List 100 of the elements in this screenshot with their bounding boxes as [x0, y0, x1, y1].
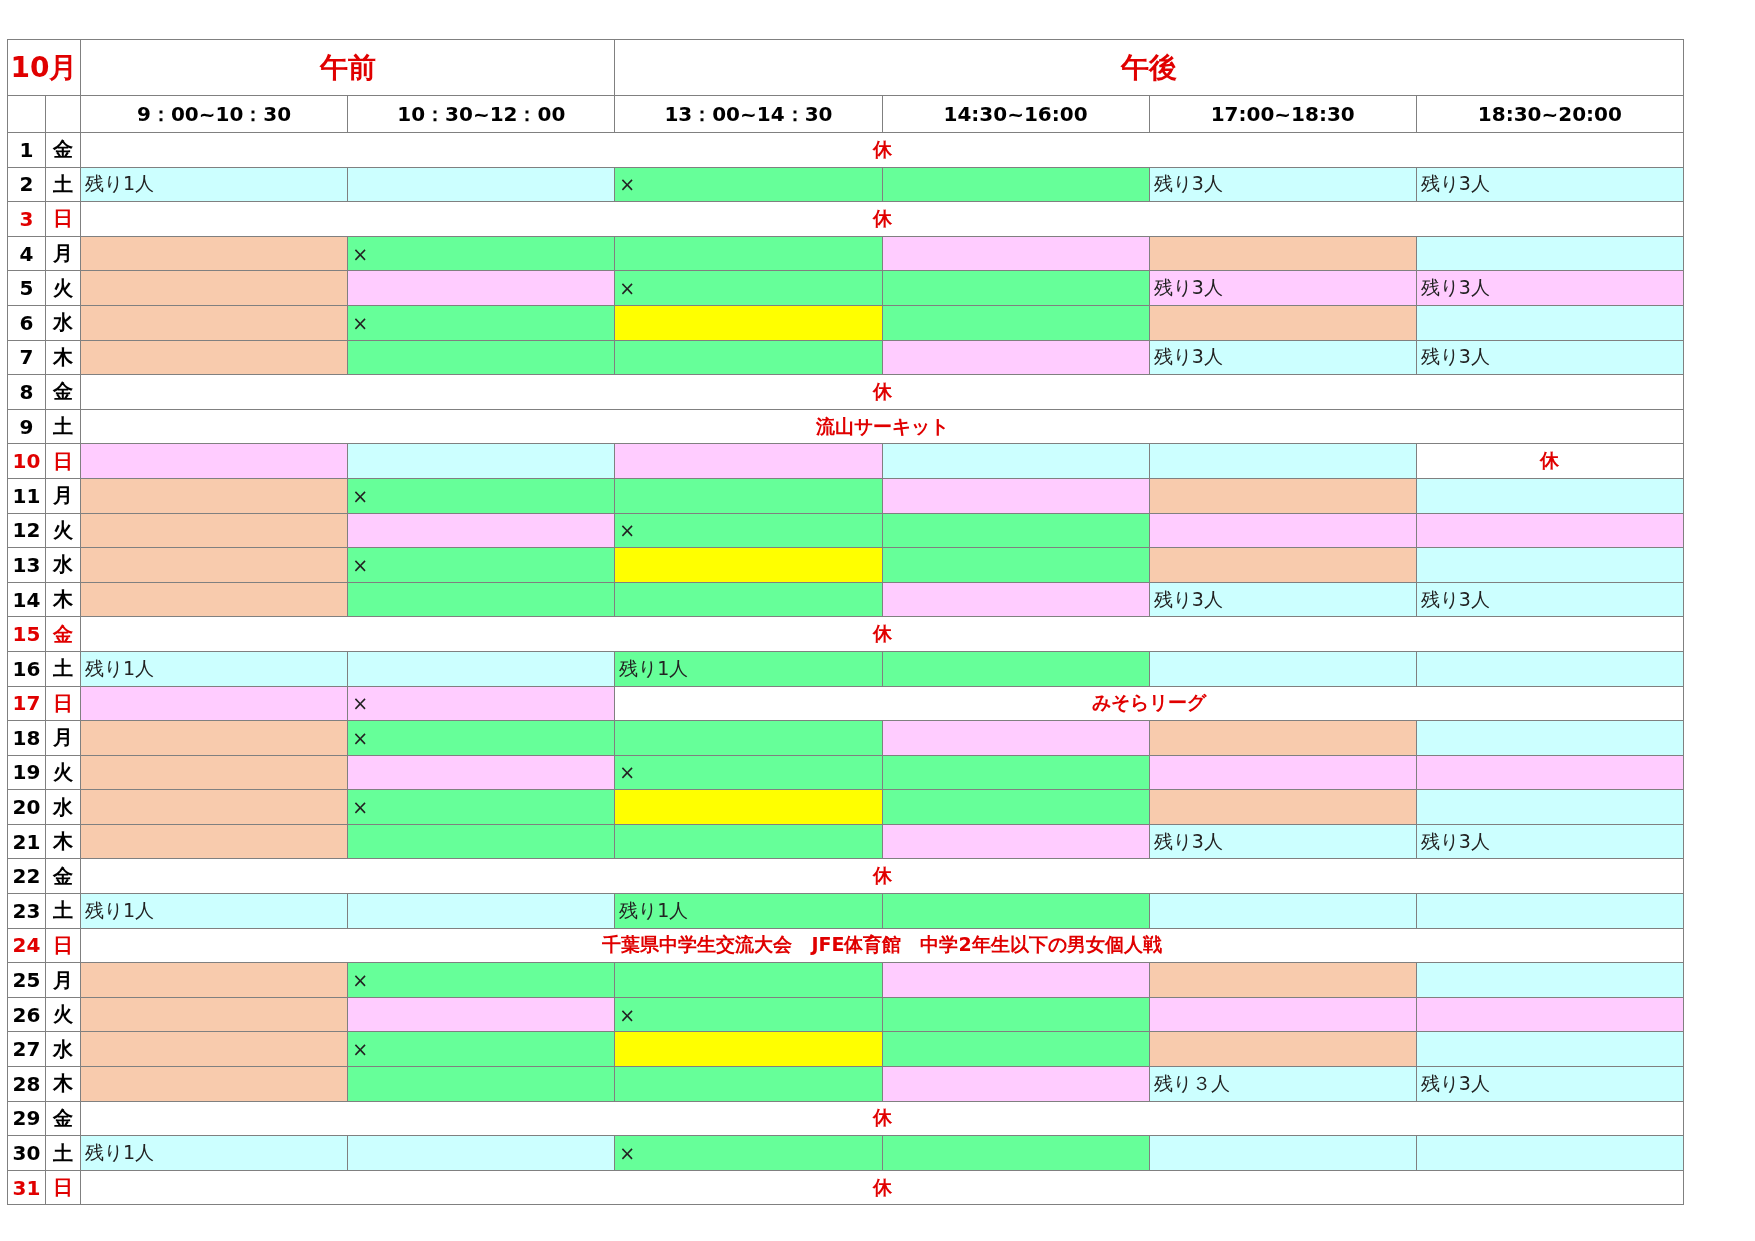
schedule-cell: × — [347, 686, 615, 721]
event-cell: 休 — [80, 201, 1684, 237]
schedule-cell: 残り3人 — [1416, 270, 1684, 306]
date-cell: 21 — [7, 824, 46, 859]
date-cell: 29 — [7, 1101, 46, 1136]
date-cell: 1 — [7, 132, 46, 168]
date-cell: 24 — [7, 928, 46, 963]
weekday-cell: 月 — [45, 236, 81, 271]
schedule-cell: 残り3人 — [1416, 167, 1684, 202]
event-cell: 休 — [80, 374, 1684, 410]
date-cell: 20 — [7, 789, 46, 825]
weekday-cell: 土 — [45, 409, 81, 444]
date-cell: 9 — [7, 409, 46, 444]
date-cell: 5 — [7, 270, 46, 306]
date-cell: 11 — [7, 478, 46, 514]
weekday-cell: 水 — [45, 1031, 81, 1067]
schedule-cell: × — [347, 478, 615, 514]
date-cell: 10 — [7, 443, 46, 479]
weekday-cell: 水 — [45, 305, 81, 341]
schedule-cell: 残り３人 — [1149, 1066, 1417, 1102]
weekday-cell: 木 — [45, 824, 81, 859]
time-slot-header: 18:30~20:00 — [1416, 95, 1684, 133]
weekday-cell: 金 — [45, 616, 81, 652]
schedule-cell: × — [614, 997, 882, 1032]
weekday-cell: 土 — [45, 167, 81, 202]
schedule-cell: × — [347, 962, 615, 998]
event-cell: 休 — [1416, 443, 1684, 479]
date-cell: 6 — [7, 305, 46, 341]
date-cell: 19 — [7, 755, 46, 790]
weekday-cell: 日 — [45, 201, 81, 237]
schedule-cell: × — [614, 167, 882, 202]
weekday-cell: 月 — [45, 478, 81, 514]
date-cell: 25 — [7, 962, 46, 998]
schedule-cell: 残り3人 — [1416, 582, 1684, 617]
schedule-cell: × — [347, 720, 615, 756]
schedule-cell: 残り3人 — [1416, 1066, 1684, 1102]
schedule-cell: × — [347, 236, 615, 271]
event-cell: 千葉県中学生交流大会 JFE体育館 中学2年生以下の男女個人戦 — [80, 928, 1684, 963]
schedule-cell: × — [614, 1135, 882, 1171]
weekday-cell: 金 — [45, 132, 81, 168]
date-cell: 15 — [7, 616, 46, 652]
schedule-cell: 残り1人 — [80, 651, 348, 686]
date-cell: 3 — [7, 201, 46, 237]
date-cell: 30 — [7, 1135, 46, 1171]
schedule-cell: 残り3人 — [1149, 270, 1417, 306]
schedule-cell: 残り3人 — [1149, 340, 1417, 375]
event-cell: 休 — [80, 616, 1684, 652]
date-cell: 8 — [7, 374, 46, 410]
weekday-cell: 火 — [45, 270, 81, 306]
weekday-cell: 日 — [45, 443, 81, 479]
event-cell: 休 — [80, 858, 1684, 894]
date-cell: 7 — [7, 340, 46, 375]
schedule-cell: 残り1人 — [80, 893, 348, 929]
weekday-cell: 日 — [45, 686, 81, 721]
schedule-cell: 残り3人 — [1149, 582, 1417, 617]
date-cell: 16 — [7, 651, 46, 686]
time-slot-header: 9：00~10：30 — [80, 95, 348, 133]
event-cell: 休 — [80, 1101, 1684, 1136]
date-cell: 12 — [7, 513, 46, 548]
schedule-cell: 残り3人 — [1149, 824, 1417, 859]
date-cell: 14 — [7, 582, 46, 617]
weekday-cell: 金 — [45, 374, 81, 410]
date-cell: 23 — [7, 893, 46, 929]
schedule-cell: 残り1人 — [80, 1135, 348, 1171]
date-cell: 27 — [7, 1031, 46, 1067]
period-header: 午後 — [614, 39, 1684, 96]
weekday-cell: 水 — [45, 789, 81, 825]
weekday-cell: 火 — [45, 755, 81, 790]
weekday-cell: 火 — [45, 513, 81, 548]
date-cell: 4 — [7, 236, 46, 271]
period-header: 午前 — [80, 39, 615, 96]
weekday-cell: 土 — [45, 893, 81, 929]
weekday-cell: 日 — [45, 1170, 81, 1205]
date-cell: 28 — [7, 1066, 46, 1102]
weekday-cell: 木 — [45, 340, 81, 375]
weekday-cell: 金 — [45, 858, 81, 894]
schedule-cell: × — [347, 789, 615, 825]
weekday-cell: 金 — [45, 1101, 81, 1136]
weekday-cell: 月 — [45, 720, 81, 756]
schedule-cell: × — [347, 1031, 615, 1067]
weekday-cell: 月 — [45, 962, 81, 998]
month-title: 10月 — [7, 39, 81, 96]
date-cell: 26 — [7, 997, 46, 1032]
date-cell: 13 — [7, 547, 46, 583]
weekday-cell: 木 — [45, 1066, 81, 1102]
event-cell: みそらリーグ — [614, 686, 1684, 721]
schedule-cell: 残り1人 — [80, 167, 348, 202]
schedule-cell: 残り3人 — [1149, 167, 1417, 202]
schedule-cell: 残り1人 — [614, 651, 882, 686]
weekday-cell: 水 — [45, 547, 81, 583]
date-cell: 18 — [7, 720, 46, 756]
weekday-cell: 土 — [45, 1135, 81, 1171]
schedule-cell: × — [614, 755, 882, 790]
time-slot-header: 17:00~18:30 — [1149, 95, 1417, 133]
date-cell: 22 — [7, 858, 46, 894]
weekday-cell: 木 — [45, 582, 81, 617]
schedule-cell: 残り3人 — [1416, 340, 1684, 375]
schedule-cell: 残り3人 — [1416, 824, 1684, 859]
date-cell: 31 — [7, 1170, 46, 1205]
weekday-cell: 土 — [45, 651, 81, 686]
